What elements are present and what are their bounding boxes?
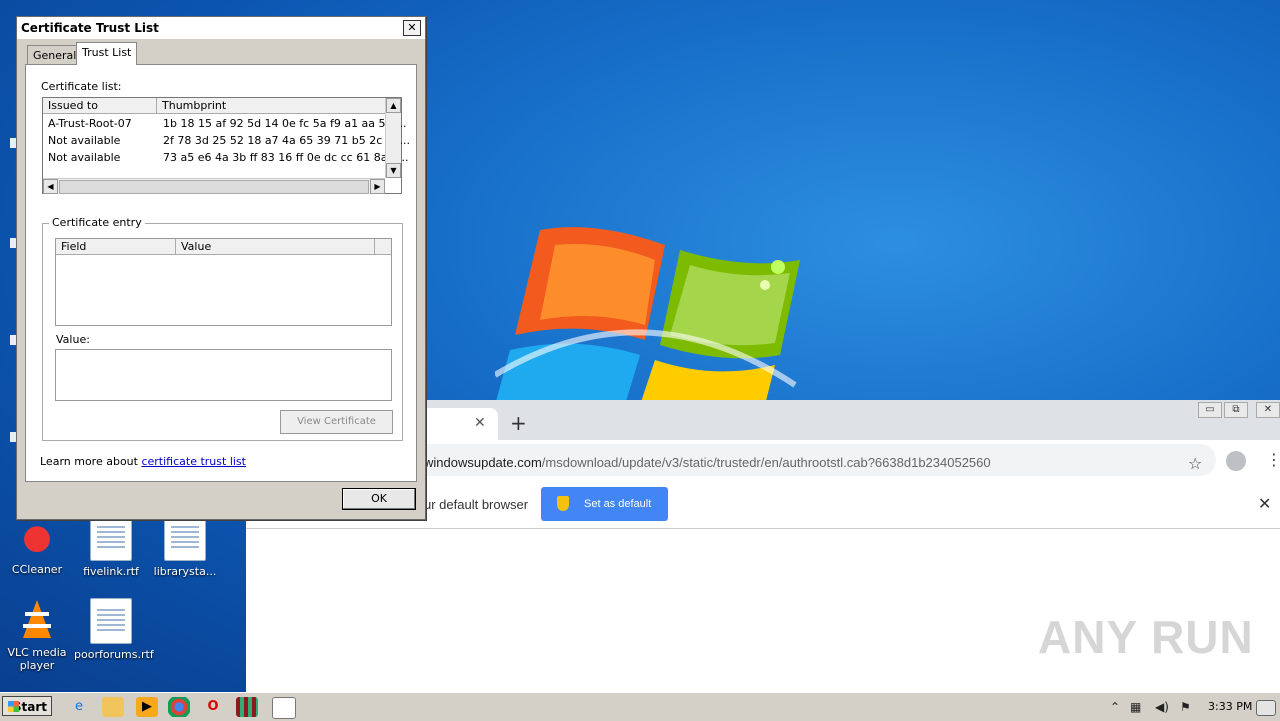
thumbprint-cell: 1b 18 15 af 92 5d 14 0e fc 5a f9 a1 aa 5… [163,117,407,130]
scroll-thumb[interactable] [59,180,369,194]
url-text: windowsupdate.com/msdownload/update/v3/s… [424,455,991,470]
value-textbox[interactable] [55,349,392,401]
media-player-icon[interactable]: ▶ [136,697,158,717]
volume-icon[interactable]: ◀) [1155,697,1169,717]
minimize-button[interactable]: ▭ [1198,402,1222,418]
ccleaner-icon [17,515,57,559]
view-certificate-button[interactable]: View Certificate [280,410,393,434]
show-desktop-icon[interactable] [1256,700,1276,716]
document-icon [164,515,206,561]
column-issued-to[interactable]: Issued to [43,98,157,113]
list-row[interactable]: A-Trust-Root-07 1b 18 15 af 92 5d 14 0e … [43,115,407,132]
start-button[interactable]: Start [2,696,52,716]
desktop-icon-label: VLC media player [7,646,67,672]
tray-expand-icon[interactable]: ⌃ [1110,697,1120,717]
desktop-icon-fivelink[interactable]: fivelink.rtf [74,515,148,578]
column-field[interactable]: Field [56,239,176,254]
thumbprint-cell: 73 a5 e6 4a 3b ff 83 16 ff 0e dc cc 61 8… [163,151,409,164]
learn-more-text: Learn more about certificate trust list [40,455,246,468]
set-as-default-label: Set as default [584,498,652,510]
anyrun-watermark: ANY RUN [1038,611,1254,663]
bookmark-star-icon[interactable]: ☆ [1188,454,1202,473]
document-icon [90,515,132,561]
tab-general[interactable]: General [27,45,83,64]
new-tab-button[interactable]: + [510,413,527,433]
certificate-list-label: Certificate list: [41,80,122,93]
value-label: Value: [56,333,90,346]
tab-trust-list[interactable]: Trust List [76,42,138,65]
certificate-entry-list[interactable]: Field Value [55,238,392,326]
infobar-text: ur default browser [424,497,529,512]
vlc-icon [17,598,57,642]
desktop-icon-poorforums[interactable]: poorforums.rtf [74,598,154,661]
url-host: windowsupdate.com [424,455,542,470]
horizontal-scrollbar[interactable]: ◀ ▶ [43,178,385,194]
file-explorer-icon[interactable] [102,697,124,717]
desktop-icon-vlc[interactable]: VLC media player [0,598,74,672]
dialog-title: Certificate Trust List [21,21,159,35]
profile-avatar-icon[interactable] [1226,451,1246,471]
close-window-button[interactable]: ✕ [1256,402,1280,418]
dialog-close-button[interactable]: ✕ [403,20,421,36]
desktop-icon-librarysta[interactable]: librarysta... [148,515,222,578]
desktop-icon-label: poorforums.rtf [74,648,154,661]
scroll-down-icon[interactable]: ▼ [386,163,401,178]
list-row[interactable]: Not available 2f 78 3d 25 52 18 a7 4a 65… [43,132,410,149]
list-row[interactable]: Not available 73 a5 e6 4a 3b ff 83 16 ff… [43,149,408,166]
column-thumbprint[interactable]: Thumbprint [157,98,384,113]
certificate-trust-list-link[interactable]: certificate trust list [141,455,246,468]
action-center-flag-icon[interactable]: ⚑ [1180,697,1191,717]
shield-icon [557,496,569,511]
list-header: Issued to Thumbprint [43,98,385,114]
word-document-icon [90,598,132,644]
certificate-trust-list-dialog: Certificate Trust List ✕ General Trust L… [16,16,426,520]
scroll-left-icon[interactable]: ◀ [43,179,58,194]
winrar-icon[interactable] [236,697,258,717]
dialog-titlebar: Certificate Trust List ✕ [17,17,425,39]
desktop-icon-label: librarysta... [153,565,217,578]
set-as-default-button[interactable]: Set as default [541,487,668,521]
certificate-list[interactable]: Issued to Thumbprint A-Trust-Root-07 1b … [42,97,410,194]
issued-to-cell: A-Trust-Root-07 [48,117,132,130]
scroll-up-icon[interactable]: ▲ [386,98,401,113]
document-task-icon[interactable] [272,697,296,719]
scroll-right-icon[interactable]: ▶ [370,179,385,194]
infobar-close-icon[interactable]: ✕ [1258,494,1271,513]
learn-more-prefix: Learn more about [40,455,142,468]
desktop-icon-ccleaner[interactable]: CCleaner [0,515,74,576]
issued-to-cell: Not available [48,134,121,147]
certificate-entry-label: Certificate entry [49,216,145,229]
trust-list-panel: Certificate list: Issued to Thumbprint A… [25,64,417,482]
chrome-icon[interactable] [168,697,190,717]
windows-logo [495,227,800,405]
issued-to-cell: Not available [48,151,121,164]
url-path: /msdownload/update/v3/static/trustedr/en… [541,455,991,470]
thumbprint-cell: 2f 78 3d 25 52 18 a7 4a 65 39 71 b5 2c a… [163,134,411,147]
opera-icon[interactable]: O [202,697,224,717]
desktop-icon-label: CCleaner [11,563,63,576]
desktop-icon-label: fivelink.rtf [83,565,139,578]
ok-button[interactable]: OK [342,488,416,510]
clock[interactable]: 3:33 PM [1208,700,1252,713]
entry-list-header: Field Value [56,239,391,255]
certificate-entry-group: Certificate entry Field Value Value: Vie… [42,216,403,441]
menu-icon[interactable]: ⋮ [1266,450,1280,469]
column-value[interactable]: Value [176,239,375,254]
network-icon[interactable]: ▦ [1130,697,1141,717]
restore-button[interactable]: ⧉ [1224,402,1248,418]
vertical-scrollbar[interactable]: ▲ ▼ [385,98,401,178]
internet-explorer-icon[interactable]: e [68,697,90,717]
tab-close-icon[interactable]: ✕ [474,415,486,431]
taskbar: Start e ▶ O ⌃ ▦ ◀) ⚑ 3:33 PM [0,692,1280,721]
